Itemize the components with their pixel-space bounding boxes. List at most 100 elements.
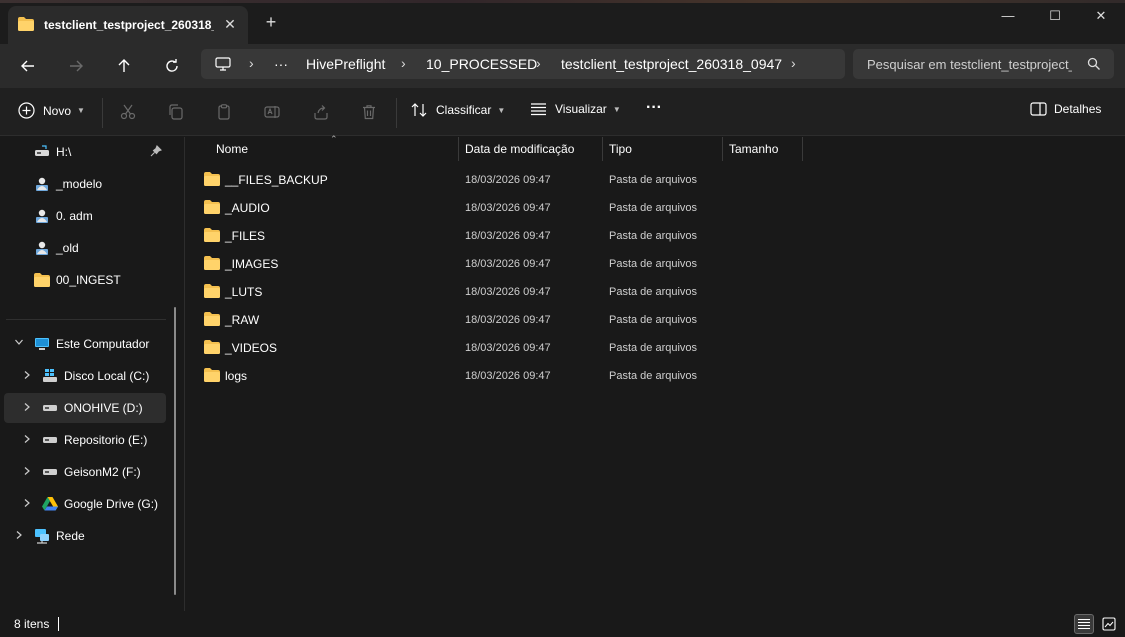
sidebar-item-geisonm2[interactable]: GeisonM2 (F:) (4, 457, 166, 487)
tiles-view-button[interactable] (1099, 614, 1119, 634)
paste-button[interactable] (215, 103, 233, 121)
sidebar-item-00-ingest[interactable]: 00_INGEST (4, 265, 166, 295)
file-row[interactable]: _LUTS 18/03/2026 09:47 Pasta de arquivos (198, 278, 798, 306)
sidebar-item-disco-local[interactable]: Disco Local (C:) (4, 361, 166, 391)
clipboard-icon (218, 104, 230, 120)
folder-icon (204, 312, 220, 329)
breadcrumb-chevron-icon[interactable]: › (401, 55, 406, 71)
file-row[interactable]: _FILES 18/03/2026 09:47 Pasta de arquivos (198, 222, 798, 250)
delete-button[interactable] (360, 103, 378, 121)
up-button[interactable] (112, 54, 136, 78)
file-row[interactable]: _IMAGES 18/03/2026 09:47 Pasta de arquivos (198, 250, 798, 278)
search-box[interactable]: Pesquisar em testclient_testproject_2603… (853, 49, 1114, 79)
sidebar-scrollbar[interactable] (174, 307, 176, 595)
tab-close-icon[interactable]: ✕ (222, 16, 238, 32)
address-bar[interactable]: › ··· HivePreflight › 10_PROCESSED › tes… (201, 49, 845, 79)
file-row[interactable]: _RAW 18/03/2026 09:47 Pasta de arquivos (198, 306, 798, 334)
chevron-right-icon[interactable] (22, 434, 32, 447)
file-list: ⌃ Nome Data de modificação Tipo Tamanho … (186, 134, 1125, 611)
arrow-up-icon (118, 59, 130, 72)
file-type: Pasta de arquivos (609, 230, 698, 242)
tab-current[interactable]: testclient_testproject_260318_ ✕ (8, 6, 248, 44)
chevron-right-icon[interactable] (22, 498, 32, 511)
file-row[interactable]: _VIDEOS 18/03/2026 09:47 Pasta de arquivos (198, 334, 798, 362)
minimize-button[interactable]: — (985, 6, 1031, 26)
view-list-icon (531, 103, 546, 116)
pin-icon[interactable] (150, 145, 162, 160)
computer-icon[interactable] (215, 57, 231, 74)
chevron-down-icon[interactable] (14, 337, 24, 350)
folder-icon (34, 272, 50, 288)
file-type: Pasta de arquivos (609, 202, 698, 214)
back-button[interactable] (16, 54, 40, 78)
sidebar-item-google-drive[interactable]: Google Drive (G:) (4, 489, 166, 519)
sidebar-item-label: H:\ (56, 145, 72, 159)
file-modified: 18/03/2026 09:47 (465, 314, 551, 326)
breadcrumb-current-folder[interactable]: testclient_testproject_260318_0947 (561, 56, 782, 72)
new-button[interactable]: Novo ▼ (18, 102, 85, 119)
breadcrumb-chevron-icon[interactable]: › (249, 55, 254, 71)
sidebar-item-rede[interactable]: Rede (4, 521, 166, 551)
chevron-right-icon[interactable] (22, 370, 32, 383)
sidebar-item-label: Disco Local (C:) (64, 369, 150, 383)
share-button[interactable] (312, 103, 330, 121)
details-view-button[interactable] (1074, 614, 1094, 634)
more-options-button[interactable]: ··· (646, 99, 662, 117)
breadcrumb-10-processed[interactable]: 10_PROCESSED (426, 56, 537, 72)
network-icon (34, 528, 50, 544)
file-name: _IMAGES (225, 257, 279, 271)
details-pane-button[interactable]: Detalhes (1030, 102, 1101, 116)
breadcrumb-hivepreflight[interactable]: HivePreflight (306, 56, 385, 72)
sidebar-item-old[interactable]: _old (4, 233, 166, 263)
sidebar-item-adm[interactable]: 0. adm (4, 201, 166, 231)
file-modified: 18/03/2026 09:47 (465, 286, 551, 298)
sidebar-item-label: 0. adm (56, 209, 93, 223)
google-drive-icon (42, 496, 58, 512)
close-window-button[interactable]: ✕ (1078, 6, 1124, 26)
breadcrumb-overflow[interactable]: ··· (274, 56, 288, 72)
file-name: __FILES_BACKUP (225, 173, 328, 187)
copy-icon (169, 104, 183, 120)
sidebar-item-h-drive[interactable]: H:\ (4, 137, 166, 167)
search-input[interactable]: Pesquisar em testclient_testproject_2603… (867, 57, 1072, 72)
breadcrumb-chevron-icon[interactable]: › (536, 55, 541, 71)
drive-icon (42, 464, 58, 480)
breadcrumb-chevron-icon[interactable]: › (791, 55, 796, 71)
file-modified: 18/03/2026 09:47 (465, 202, 551, 214)
tiles-view-icon (1102, 617, 1116, 631)
column-header-type[interactable]: Tipo (603, 137, 722, 161)
file-row[interactable]: _AUDIO 18/03/2026 09:47 Pasta de arquivos (198, 194, 798, 222)
column-header-name[interactable]: Nome (210, 137, 458, 161)
column-header-size[interactable]: Tamanho (723, 137, 802, 161)
sort-button[interactable]: Classificar ▼ (411, 102, 505, 118)
refresh-button[interactable] (160, 54, 184, 78)
sidebar-item-label: 00_INGEST (56, 273, 121, 287)
computer-icon (34, 336, 50, 352)
view-button[interactable]: Visualizar ▼ (530, 102, 621, 116)
chevron-down-icon: ▼ (612, 104, 621, 114)
forward-button[interactable] (64, 54, 88, 78)
sidebar-item-este-computador[interactable]: Este Computador (4, 329, 166, 359)
cut-button[interactable] (119, 103, 137, 121)
chevron-right-icon[interactable] (22, 466, 32, 479)
chevron-down-icon: ▼ (77, 106, 85, 115)
rename-button[interactable] (263, 103, 281, 121)
arrow-left-icon (21, 60, 34, 72)
chevron-right-icon[interactable] (14, 530, 24, 543)
column-divider[interactable] (802, 137, 803, 161)
sidebar-item-repositorio[interactable]: Repositorio (E:) (4, 425, 166, 455)
sidebar-item-modelo[interactable]: _modelo (4, 169, 166, 199)
file-modified: 18/03/2026 09:47 (465, 342, 551, 354)
sidebar-item-label: Google Drive (G:) (64, 497, 159, 511)
drive-icon (42, 432, 58, 448)
folder-icon (204, 172, 220, 189)
column-header-modified[interactable]: Data de modificação (459, 137, 602, 161)
chevron-right-icon[interactable] (22, 402, 32, 415)
file-row[interactable]: logs 18/03/2026 09:47 Pasta de arquivos (198, 362, 798, 390)
copy-button[interactable] (167, 103, 185, 121)
search-icon[interactable] (1087, 57, 1101, 74)
sidebar-item-onohive[interactable]: ONOHIVE (D:) (4, 393, 166, 423)
maximize-button[interactable]: ☐ (1032, 6, 1078, 26)
new-tab-button[interactable]: + (262, 13, 280, 32)
file-row[interactable]: __FILES_BACKUP 18/03/2026 09:47 Pasta de a… (198, 166, 798, 194)
